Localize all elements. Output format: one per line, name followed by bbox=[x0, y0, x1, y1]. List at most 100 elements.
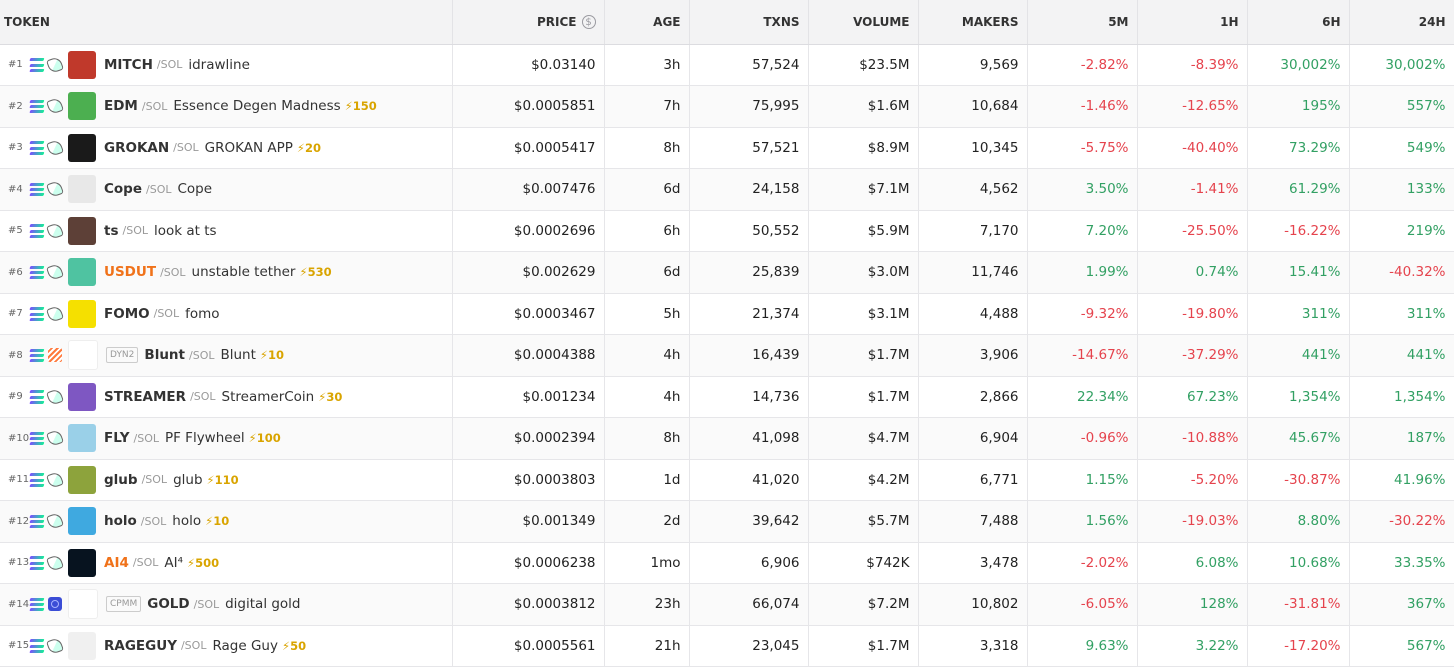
table-row[interactable]: #15 RAGEGUY /SOL Rage Guy ⚡50 $0.0005561… bbox=[0, 625, 1454, 667]
boost-badge: ⚡530 bbox=[299, 265, 331, 279]
change-5m-cell: -1.46% bbox=[1027, 85, 1138, 128]
column-header-price-label: PRICE bbox=[536, 14, 577, 29]
solana-icon bbox=[29, 390, 45, 404]
price-cell: $0.007476 bbox=[452, 168, 605, 211]
token-name: digital gold bbox=[225, 596, 301, 613]
boost-badge: ⚡30 bbox=[318, 390, 342, 404]
table-row[interactable]: #12 holo /SOL holo ⚡10 $0.001349 2d 39,6… bbox=[0, 500, 1454, 543]
boost-badge: ⚡500 bbox=[187, 556, 219, 570]
age-cell: 8h bbox=[604, 417, 690, 460]
token-cell[interactable]: #2 EDM /SOL Essence Degen Madness ⚡150 bbox=[0, 85, 453, 128]
change-5m-cell: 1.56% bbox=[1027, 500, 1138, 543]
change-5m-cell: 1.99% bbox=[1027, 251, 1138, 294]
token-symbol: FLY bbox=[104, 430, 130, 447]
token-symbol: glub bbox=[104, 471, 138, 488]
column-header-age[interactable]: AGE bbox=[604, 0, 690, 45]
change-6h-cell: -16.22% bbox=[1247, 210, 1350, 252]
txns-cell: 41,020 bbox=[689, 459, 809, 501]
token-name: GROKAN APP bbox=[204, 139, 293, 156]
column-header-1h[interactable]: 1H bbox=[1137, 0, 1248, 45]
token-cell[interactable]: #3 GROKAN /SOL GROKAN APP ⚡20 bbox=[0, 127, 453, 169]
price-cell: $0.0005851 bbox=[452, 85, 605, 128]
table-row[interactable]: #3 GROKAN /SOL GROKAN APP ⚡20 $0.0005417… bbox=[0, 127, 1454, 169]
boost-count: 500 bbox=[195, 555, 220, 570]
token-cell[interactable]: #10 FLY /SOL PF Flywheel ⚡100 bbox=[0, 417, 453, 460]
token-name: glub bbox=[173, 471, 203, 488]
change-24h-cell: 187% bbox=[1349, 417, 1454, 460]
lightning-icon: ⚡ bbox=[344, 99, 353, 114]
token-name: unstable tether bbox=[191, 264, 296, 281]
table-row[interactable]: #7 FOMO /SOL fomo $0.0003467 5h 21,374 $… bbox=[0, 293, 1454, 335]
txns-cell: 21,374 bbox=[689, 293, 809, 335]
column-header-6h[interactable]: 6H bbox=[1247, 0, 1350, 45]
volume-cell: $742K bbox=[808, 542, 919, 584]
rank-label: #15 bbox=[8, 640, 30, 652]
token-cell[interactable]: #15 RAGEGUY /SOL Rage Guy ⚡50 bbox=[0, 625, 453, 667]
age-cell: 8h bbox=[604, 127, 690, 169]
pump-icon bbox=[46, 55, 64, 74]
token-avatar bbox=[68, 465, 96, 494]
change-6h-cell: 441% bbox=[1247, 334, 1350, 377]
change-5m-cell: -5.75% bbox=[1027, 127, 1138, 169]
column-header-volume[interactable]: VOLUME bbox=[808, 0, 919, 45]
table-row[interactable]: #6 USDUT /SOL unstable tether ⚡530 $0.00… bbox=[0, 251, 1454, 294]
token-name: Essence Degen Madness bbox=[173, 98, 341, 115]
change-1h-cell: -8.39% bbox=[1137, 44, 1248, 86]
column-header-token[interactable]: TOKEN bbox=[0, 0, 453, 45]
column-header-24h[interactable]: 24H bbox=[1349, 0, 1454, 45]
solana-icon bbox=[29, 348, 45, 362]
pump-icon bbox=[46, 97, 64, 116]
table-row[interactable]: #14 CPMM GOLD /SOL digital gold $0.00038… bbox=[0, 583, 1454, 626]
token-cell[interactable]: #5 ts /SOL look at ts bbox=[0, 210, 453, 252]
column-header-makers[interactable]: MAKERS bbox=[918, 0, 1028, 45]
token-name: Cope bbox=[177, 181, 213, 198]
makers-cell: 10,802 bbox=[918, 583, 1028, 626]
token-avatar bbox=[68, 175, 96, 204]
column-header-txns[interactable]: TXNS bbox=[689, 0, 809, 45]
token-cell[interactable]: #7 FOMO /SOL fomo bbox=[0, 293, 453, 335]
change-6h-cell: 30,002% bbox=[1247, 44, 1350, 86]
solana-icon bbox=[29, 182, 45, 196]
table-row[interactable]: #5 ts /SOL look at ts $0.0002696 6h 50,5… bbox=[0, 210, 1454, 252]
pair-quote: /SOL bbox=[132, 556, 159, 570]
token-cell[interactable]: #14 CPMM GOLD /SOL digital gold bbox=[0, 583, 453, 626]
price-cell: $0.002629 bbox=[452, 251, 605, 294]
age-cell: 23h bbox=[604, 583, 690, 626]
rank-label: #14 bbox=[8, 598, 30, 610]
table-row[interactable]: #11 glub /SOL glub ⚡110 $0.0003803 1d 41… bbox=[0, 459, 1454, 501]
change-24h-cell: -30.22% bbox=[1349, 500, 1454, 543]
change-1h-cell: 6.08% bbox=[1137, 542, 1248, 584]
token-cell[interactable]: #4 Cope /SOL Cope bbox=[0, 168, 453, 211]
dollar-circle-icon[interactable]: $ bbox=[581, 15, 596, 29]
token-cell[interactable]: #8 DYN2 Blunt /SOL Blunt ⚡10 bbox=[0, 334, 453, 377]
txns-cell: 57,524 bbox=[689, 44, 809, 86]
token-cell[interactable]: #1 MITCH /SOL idrawline bbox=[0, 44, 453, 86]
change-5m-cell: 22.34% bbox=[1027, 376, 1138, 418]
token-avatar bbox=[68, 424, 96, 453]
rank-label: #1 bbox=[8, 59, 23, 71]
makers-cell: 4,488 bbox=[918, 293, 1028, 335]
volume-cell: $5.7M bbox=[808, 500, 919, 543]
change-5m-cell: 9.63% bbox=[1027, 625, 1138, 667]
table-row[interactable]: #13 AI4 /SOL AI⁴ ⚡500 $0.0006238 1mo 6,9… bbox=[0, 542, 1454, 584]
table-row[interactable]: #10 FLY /SOL PF Flywheel ⚡100 $0.0002394… bbox=[0, 417, 1454, 460]
token-cell[interactable]: #13 AI4 /SOL AI⁴ ⚡500 bbox=[0, 542, 453, 584]
token-cell[interactable]: #9 STREAMER /SOL StreamerCoin ⚡30 bbox=[0, 376, 453, 418]
table-row[interactable]: #8 DYN2 Blunt /SOL Blunt ⚡10 $0.0004388 … bbox=[0, 334, 1454, 377]
table-row[interactable]: #2 EDM /SOL Essence Degen Madness ⚡150 $… bbox=[0, 85, 1454, 128]
makers-cell: 7,488 bbox=[918, 500, 1028, 543]
makers-cell: 10,345 bbox=[918, 127, 1028, 169]
table-row[interactable]: #9 STREAMER /SOL StreamerCoin ⚡30 $0.001… bbox=[0, 376, 1454, 418]
rank-label: #13 bbox=[8, 557, 30, 569]
token-cell[interactable]: #6 USDUT /SOL unstable tether ⚡530 bbox=[0, 251, 453, 294]
txns-cell: 75,995 bbox=[689, 85, 809, 128]
token-cell[interactable]: #11 glub /SOL glub ⚡110 bbox=[0, 459, 453, 501]
boost-badge: ⚡10 bbox=[205, 514, 229, 528]
table-row[interactable]: #4 Cope /SOL Cope $0.007476 6d 24,158 $7… bbox=[0, 168, 1454, 211]
column-header-price[interactable]: PRICE $ bbox=[452, 0, 605, 45]
boost-badge: ⚡20 bbox=[297, 141, 321, 155]
token-cell[interactable]: #12 holo /SOL holo ⚡10 bbox=[0, 500, 453, 543]
column-header-5m[interactable]: 5M bbox=[1027, 0, 1138, 45]
age-cell: 1mo bbox=[604, 542, 690, 584]
table-row[interactable]: #1 MITCH /SOL idrawline $0.03140 3h 57,5… bbox=[0, 44, 1454, 86]
